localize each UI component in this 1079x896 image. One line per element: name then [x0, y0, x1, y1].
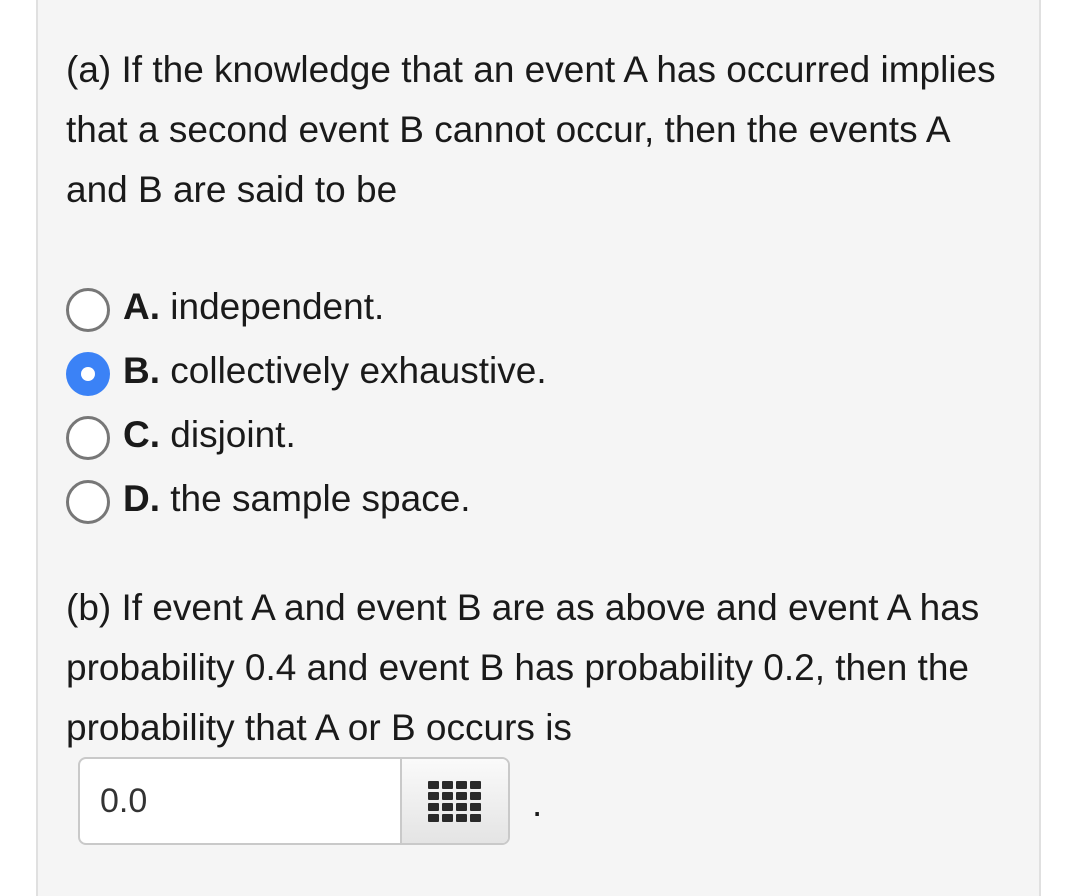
answer-input[interactable]	[80, 759, 400, 843]
question-b-text: (b) If event A and event B are as above …	[66, 587, 980, 748]
answer-row: .	[78, 757, 542, 845]
choice-a-letter: A.	[123, 286, 160, 327]
choice-b-label: B. collectively exhaustive.	[123, 349, 547, 393]
answer-trailing-period: .	[532, 783, 543, 824]
choice-c[interactable]: C. disjoint.	[66, 406, 966, 470]
question-a-text: (a) If the knowledge that an event A has…	[66, 49, 996, 210]
keypad-grid-icon	[428, 781, 481, 822]
choice-list: A. independent. B. collectively exhausti…	[66, 278, 966, 534]
choice-c-label: C. disjoint.	[123, 413, 296, 457]
choice-c-text: disjoint.	[160, 414, 296, 455]
choice-d[interactable]: D. the sample space.	[66, 470, 966, 534]
choice-a[interactable]: A. independent.	[66, 278, 966, 342]
choice-b[interactable]: B. collectively exhaustive.	[66, 342, 966, 406]
radio-c[interactable]	[66, 416, 110, 460]
choice-d-letter: D.	[123, 478, 160, 519]
radio-d[interactable]	[66, 480, 110, 524]
choice-c-letter: C.	[123, 414, 160, 455]
radio-b-selected[interactable]	[66, 352, 110, 396]
choice-d-label: D. the sample space.	[123, 477, 471, 521]
choice-a-text: independent.	[160, 286, 385, 327]
answer-box	[78, 757, 510, 845]
choice-d-text: the sample space.	[160, 478, 471, 519]
choice-a-label: A. independent.	[123, 285, 384, 329]
radio-a[interactable]	[66, 288, 110, 332]
choice-b-letter: B.	[123, 350, 160, 391]
keypad-button[interactable]	[400, 759, 508, 843]
choice-b-text: collectively exhaustive.	[160, 350, 547, 391]
